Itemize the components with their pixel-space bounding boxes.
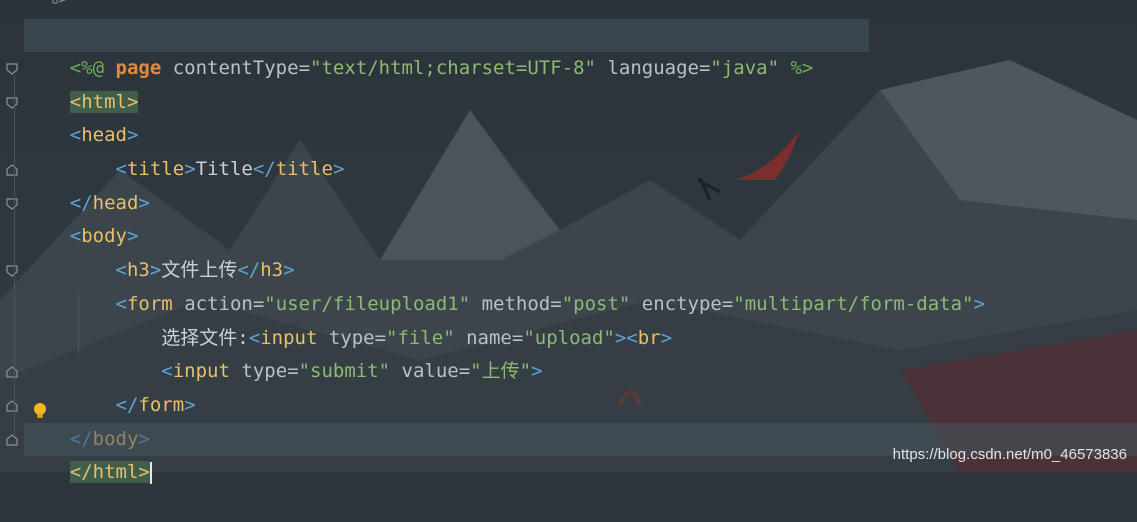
gutter (0, 0, 22, 472)
tag-name: title (275, 158, 333, 180)
tag-bracket: </ (252, 158, 276, 180)
tag-bracket: > (332, 158, 345, 180)
attribute-value: "submit" (298, 360, 391, 382)
code-line[interactable]: <head> (24, 86, 139, 146)
code-line[interactable]: <%@ page contentType="text/html;charset=… (24, 19, 869, 79)
attribute-name: value= (390, 360, 471, 382)
tag-bracket: > (138, 192, 150, 214)
tag-bracket: > (184, 394, 196, 416)
jsp-directive-close: %> (779, 57, 814, 79)
tag-bracket: > (973, 293, 985, 315)
watermark: https://blog.csdn.net/m0_46573836 (892, 446, 1127, 463)
fold-end-icon[interactable] (6, 434, 18, 446)
text-caret (149, 461, 152, 484)
tag-name: br (637, 327, 661, 349)
fold-marker-icon[interactable] (6, 97, 18, 109)
fold-end-icon[interactable] (6, 366, 18, 378)
fold-end-icon[interactable] (6, 164, 18, 176)
attribute-name: type= (229, 360, 299, 382)
matched-tag: </html> (69, 461, 150, 483)
tag-bracket: > (184, 158, 196, 180)
attribute-name: language= (596, 57, 711, 79)
indent-guide (14, 75, 15, 435)
code-line[interactable]: <title>Title</title> (24, 120, 345, 180)
fold-marker-icon[interactable] (6, 63, 18, 75)
code-line[interactable]: <input type="submit" value="上传"> (24, 322, 542, 382)
code-line[interactable]: </form> (24, 356, 196, 416)
tag-bracket: < (626, 327, 638, 349)
code-line[interactable]: <html> (24, 53, 139, 113)
code-editor[interactable]: --%> <%@ page contentType="text/html;cha… (0, 0, 1137, 484)
attribute-name: contentType= (161, 57, 311, 79)
code-line-fragment: --%> (24, 0, 70, 8)
code-line[interactable]: <form action="user/fileupload1" method="… (24, 255, 985, 315)
tag-bracket: > (614, 327, 627, 349)
code-line[interactable]: </head> (24, 154, 150, 214)
attribute-value: "multipart/form-data" (733, 293, 974, 315)
tag-bracket: > (660, 327, 673, 349)
attribute-value: "上传" (470, 360, 532, 382)
lightbulb-icon[interactable] (33, 402, 47, 420)
attribute-value: "java" (710, 57, 780, 79)
code-line[interactable]: <body> (24, 187, 139, 247)
fold-marker-icon[interactable] (6, 198, 18, 210)
attribute-value: "text/html;charset=UTF-8" (310, 57, 596, 79)
tag-bracket: > (531, 360, 543, 382)
code-line[interactable]: <h3>文件上传</h3> (24, 221, 295, 281)
text-content: Title (195, 158, 253, 180)
code-line[interactable]: 选择文件:<input type="file" name="upload"><b… (24, 289, 672, 349)
fold-end-icon[interactable] (6, 400, 18, 412)
fold-marker-icon[interactable] (6, 265, 18, 277)
